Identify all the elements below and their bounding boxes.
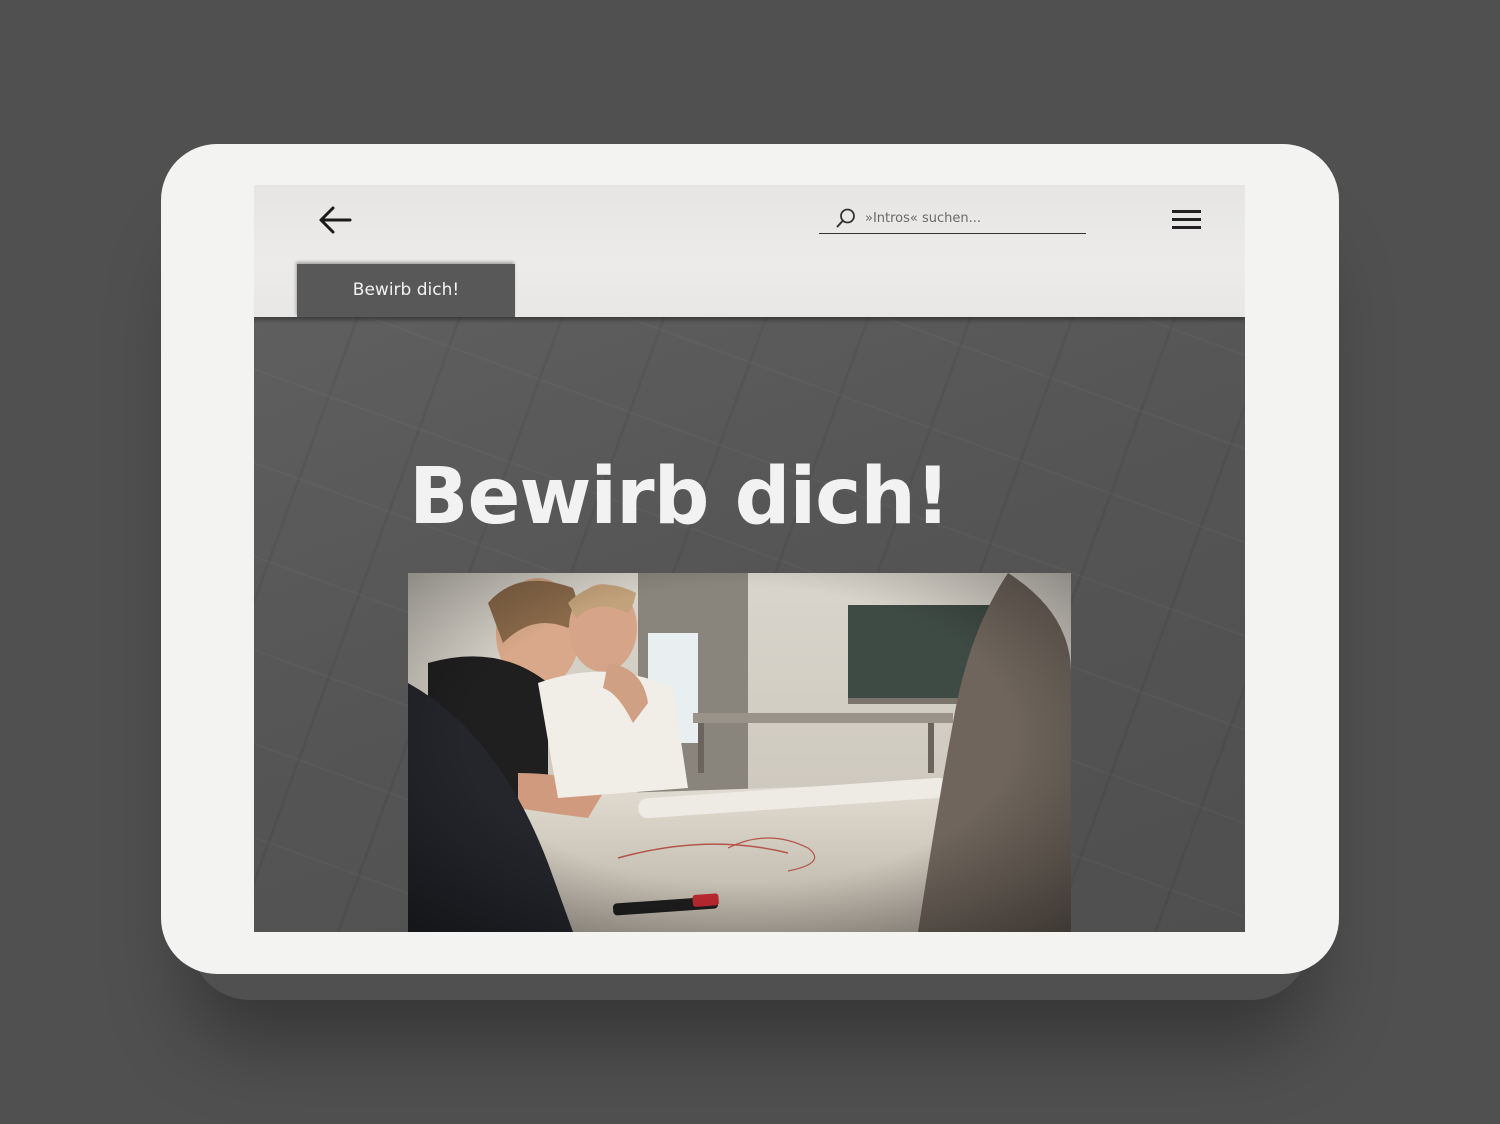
workshop-photo-illustration: [408, 573, 1071, 932]
back-button[interactable]: [316, 203, 354, 237]
hamburger-menu-icon: [1172, 210, 1201, 213]
app-header: Bewirb dich!: [254, 185, 1245, 317]
hamburger-menu-icon-bar: [1172, 218, 1201, 221]
tablet-screen: Bewirb dich! Bewirb dich!: [254, 185, 1245, 932]
workshop-photo: [408, 573, 1071, 932]
arrow-left-icon: [319, 206, 352, 234]
hamburger-menu-button[interactable]: [1170, 207, 1202, 231]
search-input[interactable]: [865, 207, 1080, 229]
page-title: Bewirb dich!: [409, 452, 951, 542]
search-bar: [819, 205, 1086, 234]
hamburger-menu-icon-bar: [1172, 226, 1201, 229]
tab-bewirb-dich[interactable]: Bewirb dich!: [297, 264, 515, 317]
search-icon[interactable]: [835, 207, 857, 229]
